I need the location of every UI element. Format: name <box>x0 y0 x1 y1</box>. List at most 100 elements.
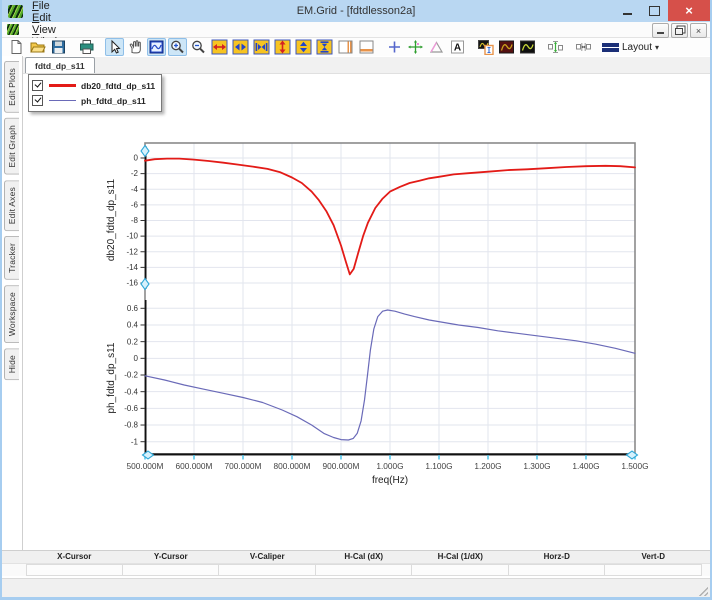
legend-row: db20_fdtd_dp_s11 <box>32 78 155 93</box>
legend-label: ph_fdtd_dp_s11 <box>81 95 146 106</box>
text-tool-button[interactable]: A <box>448 38 467 56</box>
zoom-out-button[interactable] <box>189 38 208 56</box>
x-tick-label: 1.300G <box>523 461 550 471</box>
mdi-restore-icon <box>674 28 683 35</box>
copy-plot-icon <box>478 40 494 55</box>
new-document-icon <box>11 40 22 54</box>
axis-handle-top[interactable] <box>140 144 150 158</box>
y-tick-label: -10 <box>126 232 138 241</box>
layout-menu-button[interactable]: Layout ▾ <box>602 42 659 53</box>
mdi-close-icon: × <box>695 25 702 36</box>
client-area: Edit Plots Edit Graph Edit Axes Tracker Work… <box>2 56 710 578</box>
plot-canvas[interactable]: 0 -2 -4 -6 -8 -10 -12 -14 -16 0.6 0.4 0.2 0 -0.2 -0.4 -… <box>2 56 712 496</box>
axis-handle-middle[interactable] <box>140 277 150 291</box>
shrink-y-icon <box>295 39 312 55</box>
status-header-h-cal-dx-: H-Cal (dX) <box>344 552 384 561</box>
legend-checkbox[interactable] <box>32 95 43 106</box>
x-tick-label: 800.000M <box>274 461 311 471</box>
toolbar: A Layout ▾ <box>2 38 710 56</box>
plot-style-black-button[interactable] <box>518 38 537 56</box>
new-document-button[interactable] <box>7 38 26 56</box>
window-title: EM.Grid - [fdtdlesson2a] <box>296 5 416 17</box>
y-tick-label: 0.2 <box>127 337 139 346</box>
menu-file[interactable]: File <box>25 0 84 12</box>
resize-grip-icon[interactable] <box>697 585 708 596</box>
fit-x-icon <box>253 39 270 55</box>
minimize-icon <box>623 12 632 15</box>
y-tick-label: -0.4 <box>124 387 138 396</box>
fit-y-button[interactable] <box>315 38 334 56</box>
x-tick-label: 1.200G <box>474 461 501 471</box>
pointer-select-button[interactable] <box>105 38 124 56</box>
menu-view[interactable]: View <box>25 24 84 36</box>
chevron-down-icon: ▾ <box>655 42 660 52</box>
mdi-minimize-button[interactable] <box>652 23 669 38</box>
y-tick-label: -12 <box>126 247 138 256</box>
status-cell <box>122 564 219 576</box>
legend-line-sample <box>49 99 76 102</box>
pan-hand-button[interactable] <box>126 38 145 56</box>
status-cell <box>508 564 605 576</box>
dark-red-plot-icon <box>499 40 514 54</box>
split-horizontal-button[interactable] <box>357 38 376 56</box>
close-button[interactable]: × <box>668 0 710 21</box>
distribute-vertical-icon <box>548 41 563 53</box>
x-tick-label: 1.500G <box>621 461 648 471</box>
pointer-cursor-icon <box>111 39 121 54</box>
triangle-marker-button[interactable] <box>427 38 446 56</box>
y-tick-label: -8 <box>131 216 139 225</box>
fit-x-button[interactable] <box>252 38 271 56</box>
axis-handle-right[interactable] <box>625 450 639 460</box>
zoom-plot-button[interactable] <box>147 38 166 56</box>
legend-checkbox[interactable] <box>32 80 43 91</box>
add-marker-button[interactable] <box>385 38 404 56</box>
menu-edit[interactable]: Edit <box>25 12 84 24</box>
y-tick-label: -4 <box>131 185 139 194</box>
x-tick-label: 1.000G <box>376 461 403 471</box>
title-bar: EM.Grid - [fdtdlesson2a] × <box>2 0 710 22</box>
x-axis-title: freq(Hz) <box>372 475 408 486</box>
shrink-x-icon <box>232 39 249 55</box>
text-a-icon: A <box>451 40 464 54</box>
triangle-icon <box>429 41 444 53</box>
copy-plot-button[interactable] <box>476 38 495 56</box>
app-window: EM.Grid - [fdtdlesson2a] × FileEditViewW… <box>0 0 712 600</box>
status-cell <box>219 564 316 576</box>
expand-y-button[interactable] <box>273 38 292 56</box>
plot-style-dark-button[interactable] <box>497 38 516 56</box>
minimize-button[interactable] <box>614 0 641 21</box>
x-tick-label: 700.000M <box>225 461 262 471</box>
legend-box[interactable]: db20_fdtd_dp_s11 ph_fdtd_dp_s11 <box>28 74 163 112</box>
status-cell <box>412 564 509 576</box>
open-folder-icon <box>30 42 46 53</box>
y-axis-title-bottom: ph_fdtd_dp_s11 <box>106 342 117 413</box>
legend-row: ph_fdtd_dp_s11 <box>32 93 155 108</box>
y-tick-label: 0.6 <box>127 304 139 313</box>
expand-x-button[interactable] <box>210 38 229 56</box>
mdi-restore-button[interactable] <box>671 23 688 38</box>
save-button[interactable] <box>49 38 68 56</box>
status-header-horz-d: Horz-D <box>543 552 570 561</box>
mdi-close-button[interactable]: × <box>690 23 707 38</box>
svg-text:A: A <box>454 43 461 54</box>
zoom-in-button[interactable] <box>168 38 187 56</box>
open-file-button[interactable] <box>28 38 47 56</box>
shrink-y-button[interactable] <box>294 38 313 56</box>
distribute-vertical-button[interactable] <box>546 38 565 56</box>
status-cell <box>315 564 412 576</box>
plot-window-icon <box>149 40 164 54</box>
mdi-minimize-icon <box>657 32 664 34</box>
status-header-x-cursor: X-Cursor <box>57 552 92 561</box>
black-plot-icon <box>520 40 535 54</box>
document-logo-icon <box>7 24 19 35</box>
print-icon <box>80 40 94 54</box>
axes-tool-button[interactable] <box>406 38 425 56</box>
shrink-x-button[interactable] <box>231 38 250 56</box>
print-button[interactable] <box>77 38 96 56</box>
distribute-horizontal-button[interactable] <box>574 38 593 56</box>
axis-handle-left[interactable] <box>141 450 155 460</box>
maximize-button[interactable] <box>641 0 668 21</box>
split-vertical-icon <box>338 40 353 54</box>
split-vertical-button[interactable] <box>336 38 355 56</box>
y-tick-label: -2 <box>131 169 139 178</box>
